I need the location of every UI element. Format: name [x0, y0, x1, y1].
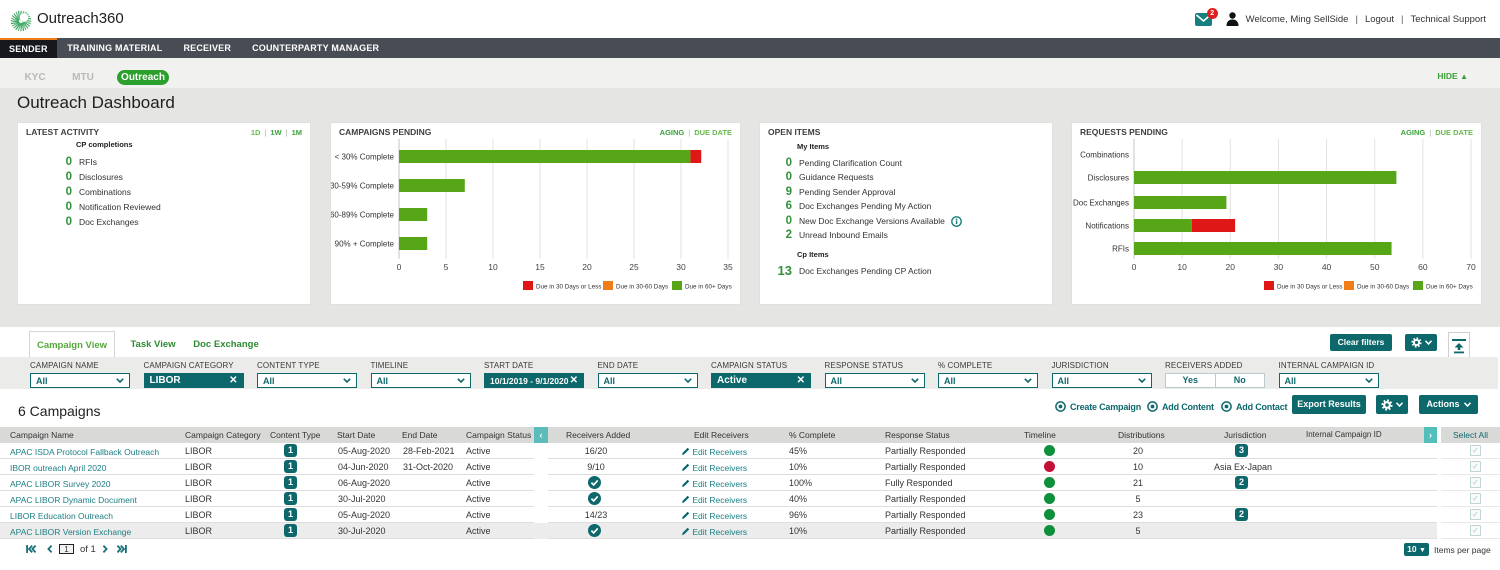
svg-text:60-89% Complete: 60-89% Complete [331, 211, 395, 220]
svg-text:Due in 60+ Days: Due in 60+ Days [685, 284, 732, 291]
svg-text:RFIs: RFIs [1112, 245, 1129, 254]
svg-text:10: 10 [488, 262, 498, 272]
svg-text:Due in 30 Days or Less: Due in 30 Days or Less [1277, 284, 1342, 291]
svg-text:15: 15 [535, 262, 545, 272]
svg-text:Doc Exchanges: Doc Exchanges [1073, 199, 1129, 208]
svg-text:25: 25 [629, 262, 639, 272]
svg-text:20: 20 [1226, 262, 1236, 272]
svg-text:40: 40 [1322, 262, 1332, 272]
svg-text:30: 30 [1274, 262, 1284, 272]
svg-text:70: 70 [1466, 262, 1476, 272]
svg-text:50: 50 [1370, 262, 1380, 272]
svg-text:20: 20 [582, 262, 592, 272]
svg-text:Due in 30 Days or Less: Due in 30 Days or Less [536, 284, 601, 291]
svg-text:60: 60 [1418, 262, 1428, 272]
svg-text:30-59% Complete: 30-59% Complete [331, 182, 395, 191]
svg-text:5: 5 [444, 262, 449, 272]
svg-text:30: 30 [676, 262, 686, 272]
svg-text:Due in 60+ Days: Due in 60+ Days [1426, 284, 1473, 291]
svg-text:Combinations: Combinations [1080, 151, 1129, 160]
svg-text:0: 0 [1132, 262, 1137, 272]
svg-text:Due in 30-60 Days: Due in 30-60 Days [616, 284, 668, 291]
svg-text:Due in 30-60 Days: Due in 30-60 Days [1357, 284, 1409, 291]
svg-text:90% + Complete: 90% + Complete [335, 240, 395, 249]
svg-text:10: 10 [1177, 262, 1187, 272]
svg-text:Notifications: Notifications [1085, 222, 1129, 231]
svg-text:Disclosures: Disclosures [1088, 174, 1129, 183]
svg-text:35: 35 [723, 262, 733, 272]
svg-text:0: 0 [397, 262, 402, 272]
svg-text:< 30% Complete: < 30% Complete [335, 153, 395, 162]
